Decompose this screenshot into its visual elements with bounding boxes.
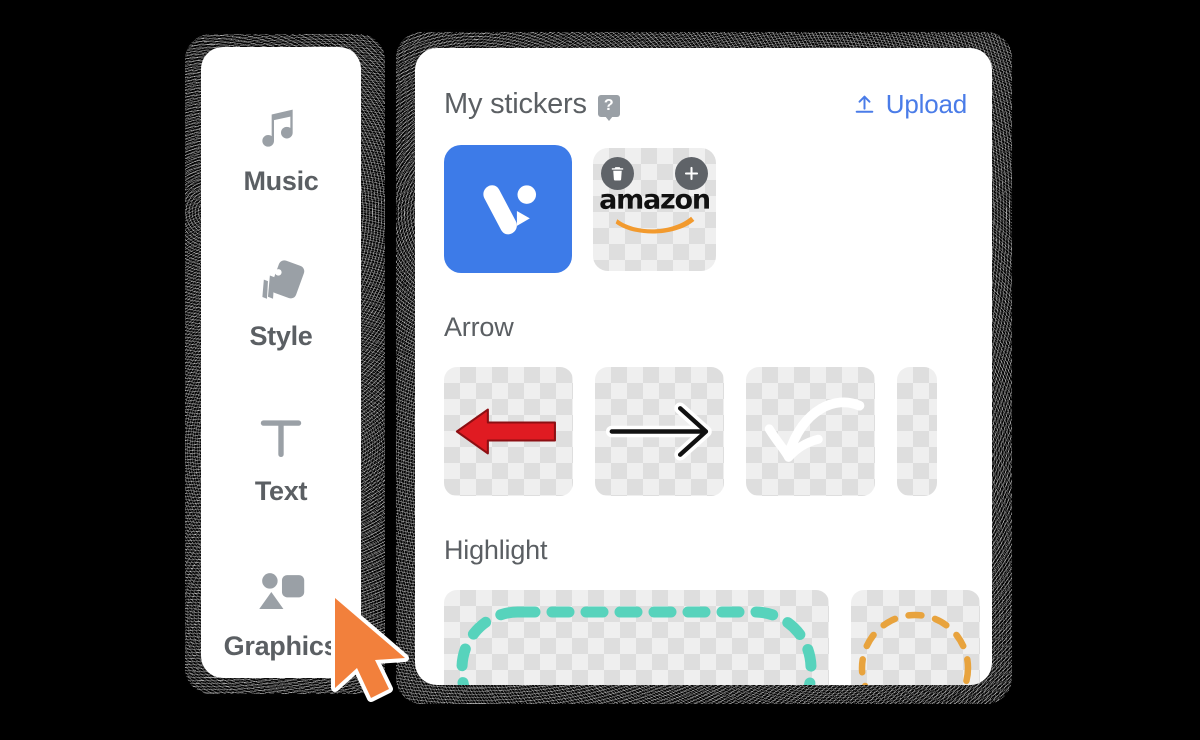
my-stickers-row: amazon <box>444 145 992 273</box>
veed-logo-icon <box>483 185 537 235</box>
amazon-logo-sticker[interactable]: amazon <box>593 148 716 271</box>
sidebar-item-label: Style <box>249 321 313 351</box>
sidebar-item-music[interactable]: Music <box>201 99 361 197</box>
page-title: My stickers <box>444 88 587 120</box>
help-tooltip-icon[interactable]: ? <box>597 94 620 121</box>
highlight-dashed-circle[interactable] <box>851 590 980 685</box>
app-root: Music Style Text Graphics My stickers ? … <box>0 0 1200 740</box>
sidebar-item-label: Graphics <box>223 631 339 661</box>
arrow-partial[interactable] <box>897 367 937 496</box>
upload-arrow-icon <box>852 92 877 117</box>
stickers-panel: My stickers ? Upload amazon Arrow Highli… <box>415 48 992 685</box>
sidebar-item-label: Music <box>243 166 319 196</box>
arrow-right-icon <box>605 402 712 461</box>
sidebar-item-label: Text <box>254 476 308 506</box>
style-cards-icon <box>252 254 310 312</box>
arrow-left-red[interactable] <box>444 367 573 496</box>
graphics-shapes-icon <box>252 564 310 622</box>
highlight-stickers-row <box>444 590 992 685</box>
mouse-pointer <box>325 592 419 709</box>
sidebar-item-style[interactable]: Style <box>201 254 361 352</box>
text-t-icon <box>253 409 309 467</box>
section-title-arrow: Arrow <box>444 312 514 342</box>
upload-label: Upload <box>885 89 967 119</box>
veed-logo-sticker[interactable] <box>444 145 572 273</box>
arrow-stickers-row <box>444 367 992 496</box>
dashed-rect-icon <box>456 606 817 685</box>
sidebar-item-text[interactable]: Text <box>201 409 361 507</box>
arrow-right-black[interactable] <box>595 367 724 496</box>
highlight-dashed-rounded-rect[interactable] <box>444 590 829 685</box>
amazon-wordmark: amazon <box>599 184 711 215</box>
left-sidebar: Music Style Text Graphics <box>201 47 361 678</box>
panel-header: My stickers ? Upload <box>444 88 967 121</box>
arrow-left-icon <box>455 408 556 455</box>
plus-icon <box>684 166 699 181</box>
arrow-curved-down-icon <box>764 397 865 462</box>
trash-icon <box>611 167 624 181</box>
amazon-smile-icon <box>615 216 694 233</box>
music-note-icon <box>253 99 309 157</box>
dashed-circle-icon <box>858 611 972 685</box>
arrow-curve-white[interactable] <box>746 367 875 496</box>
section-title-highlight: Highlight <box>444 535 548 565</box>
upload-button[interactable]: Upload <box>852 89 967 120</box>
